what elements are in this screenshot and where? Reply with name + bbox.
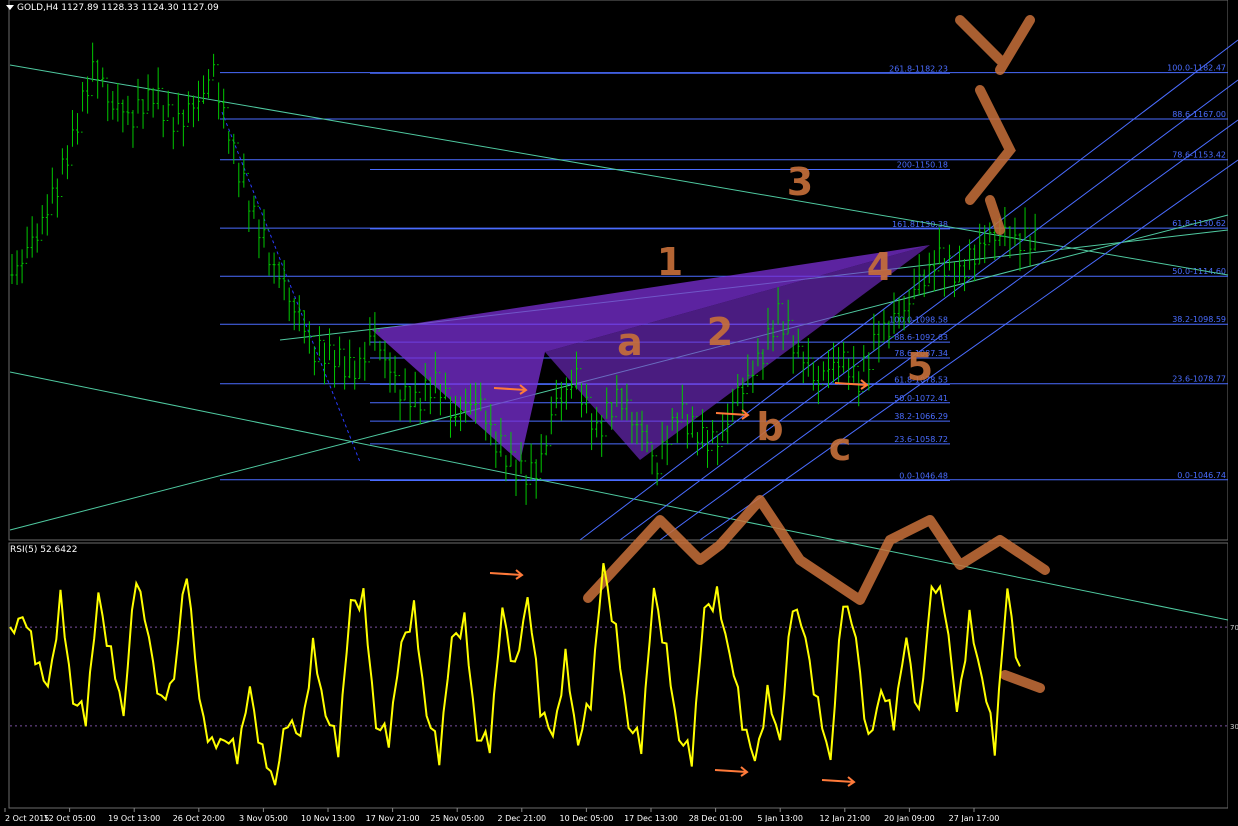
symbol-info-text: GOLD,H4 1127.89 1128.33 1124.30 1127.09 [17,3,219,13]
fib-left-label: 23.6-1058.72 [894,435,948,444]
wave-label: 2 [707,310,733,354]
x-tick-label: 26 Oct 20:00 [173,814,225,822]
wave-label: 5 [907,345,933,389]
wave-label: 3 [787,160,813,204]
rsi-level-label: 30 [1230,723,1238,731]
x-tick-label: 17 Dec 13:00 [624,814,678,822]
x-tick-label: 10 Nov 13:00 [301,814,355,822]
fib-left-label: 0.0-1046.48 [899,472,948,481]
x-tick-label: 5 Jan 13:00 [757,814,803,822]
x-tick-label: 28 Dec 01:00 [689,814,743,822]
fib-left-label: 200-1150.18 [897,160,948,169]
wave-label: 4 [867,245,893,289]
fib-right-label: 23.6-1078.77 [1172,375,1226,384]
x-tick-label: 25 Nov 05:00 [430,814,484,822]
x-tick-label: 19 Oct 13:00 [108,814,160,822]
x-tick-label: 20 Jan 09:00 [884,814,935,822]
chart-window: 261.8-1182.23 200-1150.18 161.81130.38 100.… [0,0,1238,823]
fib-right-label: 38.2-1098.59 [1172,315,1226,324]
fib-right-label: 50.0-1114.60 [1172,267,1226,276]
fib-right-label: 0.0-1046.74 [1177,471,1226,480]
x-tick-label: 12 Jan 21:00 [819,814,870,822]
fib-left-label: 100.0-1098.58 [889,315,948,324]
fib-left-label: 50.0-1072.41 [894,394,948,403]
wave-label: a [617,320,643,364]
fib-right-label: 78.6-1153.42 [1172,151,1226,160]
x-tick-label: 10 Dec 05:00 [559,814,613,822]
rsi-title: RSI(5) 52.6422 [10,545,78,555]
fib-right-label: 61.8-1130.62 [1172,219,1226,228]
fib-left-label: 88.6-1092.63 [894,333,948,342]
dropdown-triangle-icon[interactable] [6,5,14,10]
rsi-level-label: 70 [1230,624,1238,632]
x-tick-label: 12 Oct 05:00 [44,814,96,822]
fib-left-label: 261.8-1182.23 [889,64,948,73]
x-tick-label: 17 Nov 21:00 [366,814,420,822]
x-tick-label: 27 Jan 17:00 [949,814,1000,822]
fib-left-label: 38.2-1066.29 [894,412,948,421]
chart-canvas: 261.8-1182.23200-1150.18161.81130.38100.… [0,0,1238,823]
wave-label: 1 [657,240,683,284]
wave-label: c [829,425,852,469]
x-tick-label: 2 Dec 21:00 [497,814,546,822]
x-tick-label: 3 Nov 05:00 [239,814,288,822]
symbol-info: GOLD,H4 1127.89 1128.33 1124.30 1127.09 [6,3,219,13]
fib-right-label: 88.6-1167.00 [1172,110,1226,119]
wave-label: b [756,405,783,449]
